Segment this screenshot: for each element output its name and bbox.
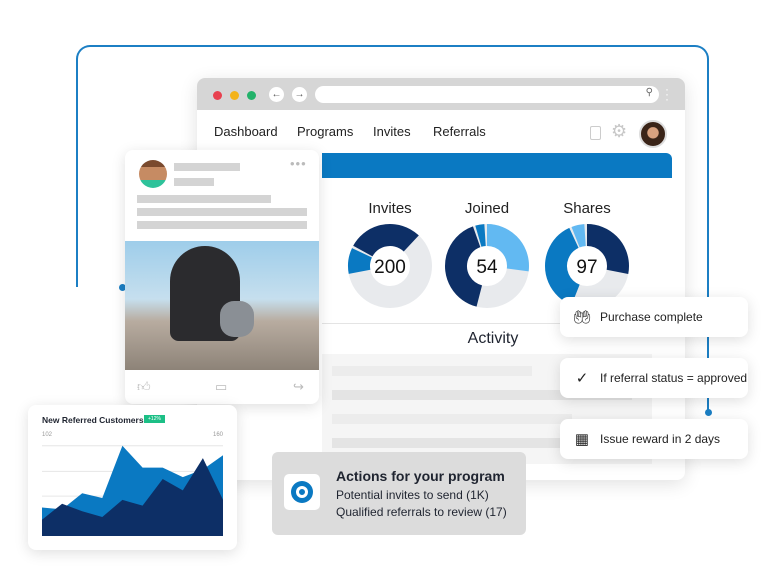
stat-value: 200 — [374, 257, 406, 278]
actions-card[interactable]: Actions for your program Potential invit… — [272, 452, 526, 535]
search-icon[interactable]: ⚲ — [646, 87, 653, 98]
chart-title: New Referred Customers — [42, 415, 144, 425]
comment-icon[interactable]: ▭ — [215, 379, 227, 395]
minimize-dot[interactable] — [230, 91, 239, 100]
stat-label: Invites — [368, 200, 412, 217]
connector-dot — [705, 409, 712, 416]
nav-programs[interactable]: Programs — [297, 124, 353, 139]
tick-label: 160 — [212, 432, 223, 438]
maximize-dot[interactable] — [247, 91, 256, 100]
like-icon[interactable]: 👍︎ — [137, 379, 151, 395]
growth-badge: +12% — [144, 415, 165, 423]
workflow-step-text: Purchase complete — [600, 310, 703, 324]
notebook-icon[interactable] — [590, 126, 601, 140]
actions-title: Actions for your program — [336, 468, 505, 484]
header-banner — [322, 153, 672, 178]
referred-customers-card: New Referred Customers +12% 102 160 — [28, 405, 237, 550]
workflow-step[interactable]: 🤲︎ Purchase complete — [560, 297, 748, 337]
nav-invites[interactable]: Invites — [373, 124, 411, 139]
close-dot[interactable] — [213, 91, 222, 100]
tick-label: 102 — [42, 432, 53, 438]
workflow-step[interactable]: ▦ Issue reward in 2 days — [560, 419, 748, 459]
calendar-icon: ▦ — [574, 431, 590, 448]
nav-dashboard[interactable]: Dashboard — [214, 124, 278, 139]
activity-title: Activity — [467, 330, 519, 347]
gear-icon[interactable]: ⚙ — [611, 121, 627, 142]
avatar[interactable] — [639, 120, 667, 148]
area-chart — [42, 445, 223, 536]
actions-line[interactable]: Qualified referrals to review (17) — [336, 505, 507, 519]
workflow-step-text: If referral status = approved — [600, 371, 748, 385]
check-circle-icon: ✓ — [575, 370, 589, 387]
placeholder-line — [137, 195, 271, 203]
more-icon[interactable]: ••• — [290, 156, 307, 171]
menu-icon[interactable]: · · · — [665, 83, 669, 105]
placeholder-line — [137, 208, 307, 216]
social-post-card: ••• 👍︎ ▭ ↪ — [125, 150, 319, 404]
stat-value: 54 — [476, 257, 498, 278]
hand-coin-icon: 🤲︎ — [572, 309, 592, 326]
post-image — [125, 241, 319, 370]
placeholder-line — [137, 221, 307, 229]
avatar — [139, 160, 167, 188]
placeholder-line — [174, 178, 214, 186]
arrow-right-icon[interactable]: → — [292, 87, 307, 102]
arrow-left-icon[interactable]: ← — [269, 87, 284, 102]
actions-line[interactable]: Potential invites to send (1K) — [336, 488, 489, 502]
placeholder-line — [174, 163, 240, 171]
stat-label: Shares — [563, 200, 611, 217]
share-icon[interactable]: ↪ — [293, 379, 304, 395]
url-bar[interactable]: ⚲ — [315, 86, 659, 103]
workflow-step[interactable]: ✓ If referral status = approved — [560, 358, 748, 398]
donut-chart: 54 — [445, 224, 529, 308]
donut-chart: 200 — [348, 224, 432, 308]
stat-value: 97 — [576, 257, 597, 278]
gear-badge-icon — [284, 474, 320, 510]
stat-label: Joined — [464, 200, 510, 217]
nav-referrals[interactable]: Referrals — [433, 124, 486, 139]
workflow-step-text: Issue reward in 2 days — [600, 432, 721, 446]
browser-titlebar: ← → ⚲ · · · — [197, 78, 685, 110]
